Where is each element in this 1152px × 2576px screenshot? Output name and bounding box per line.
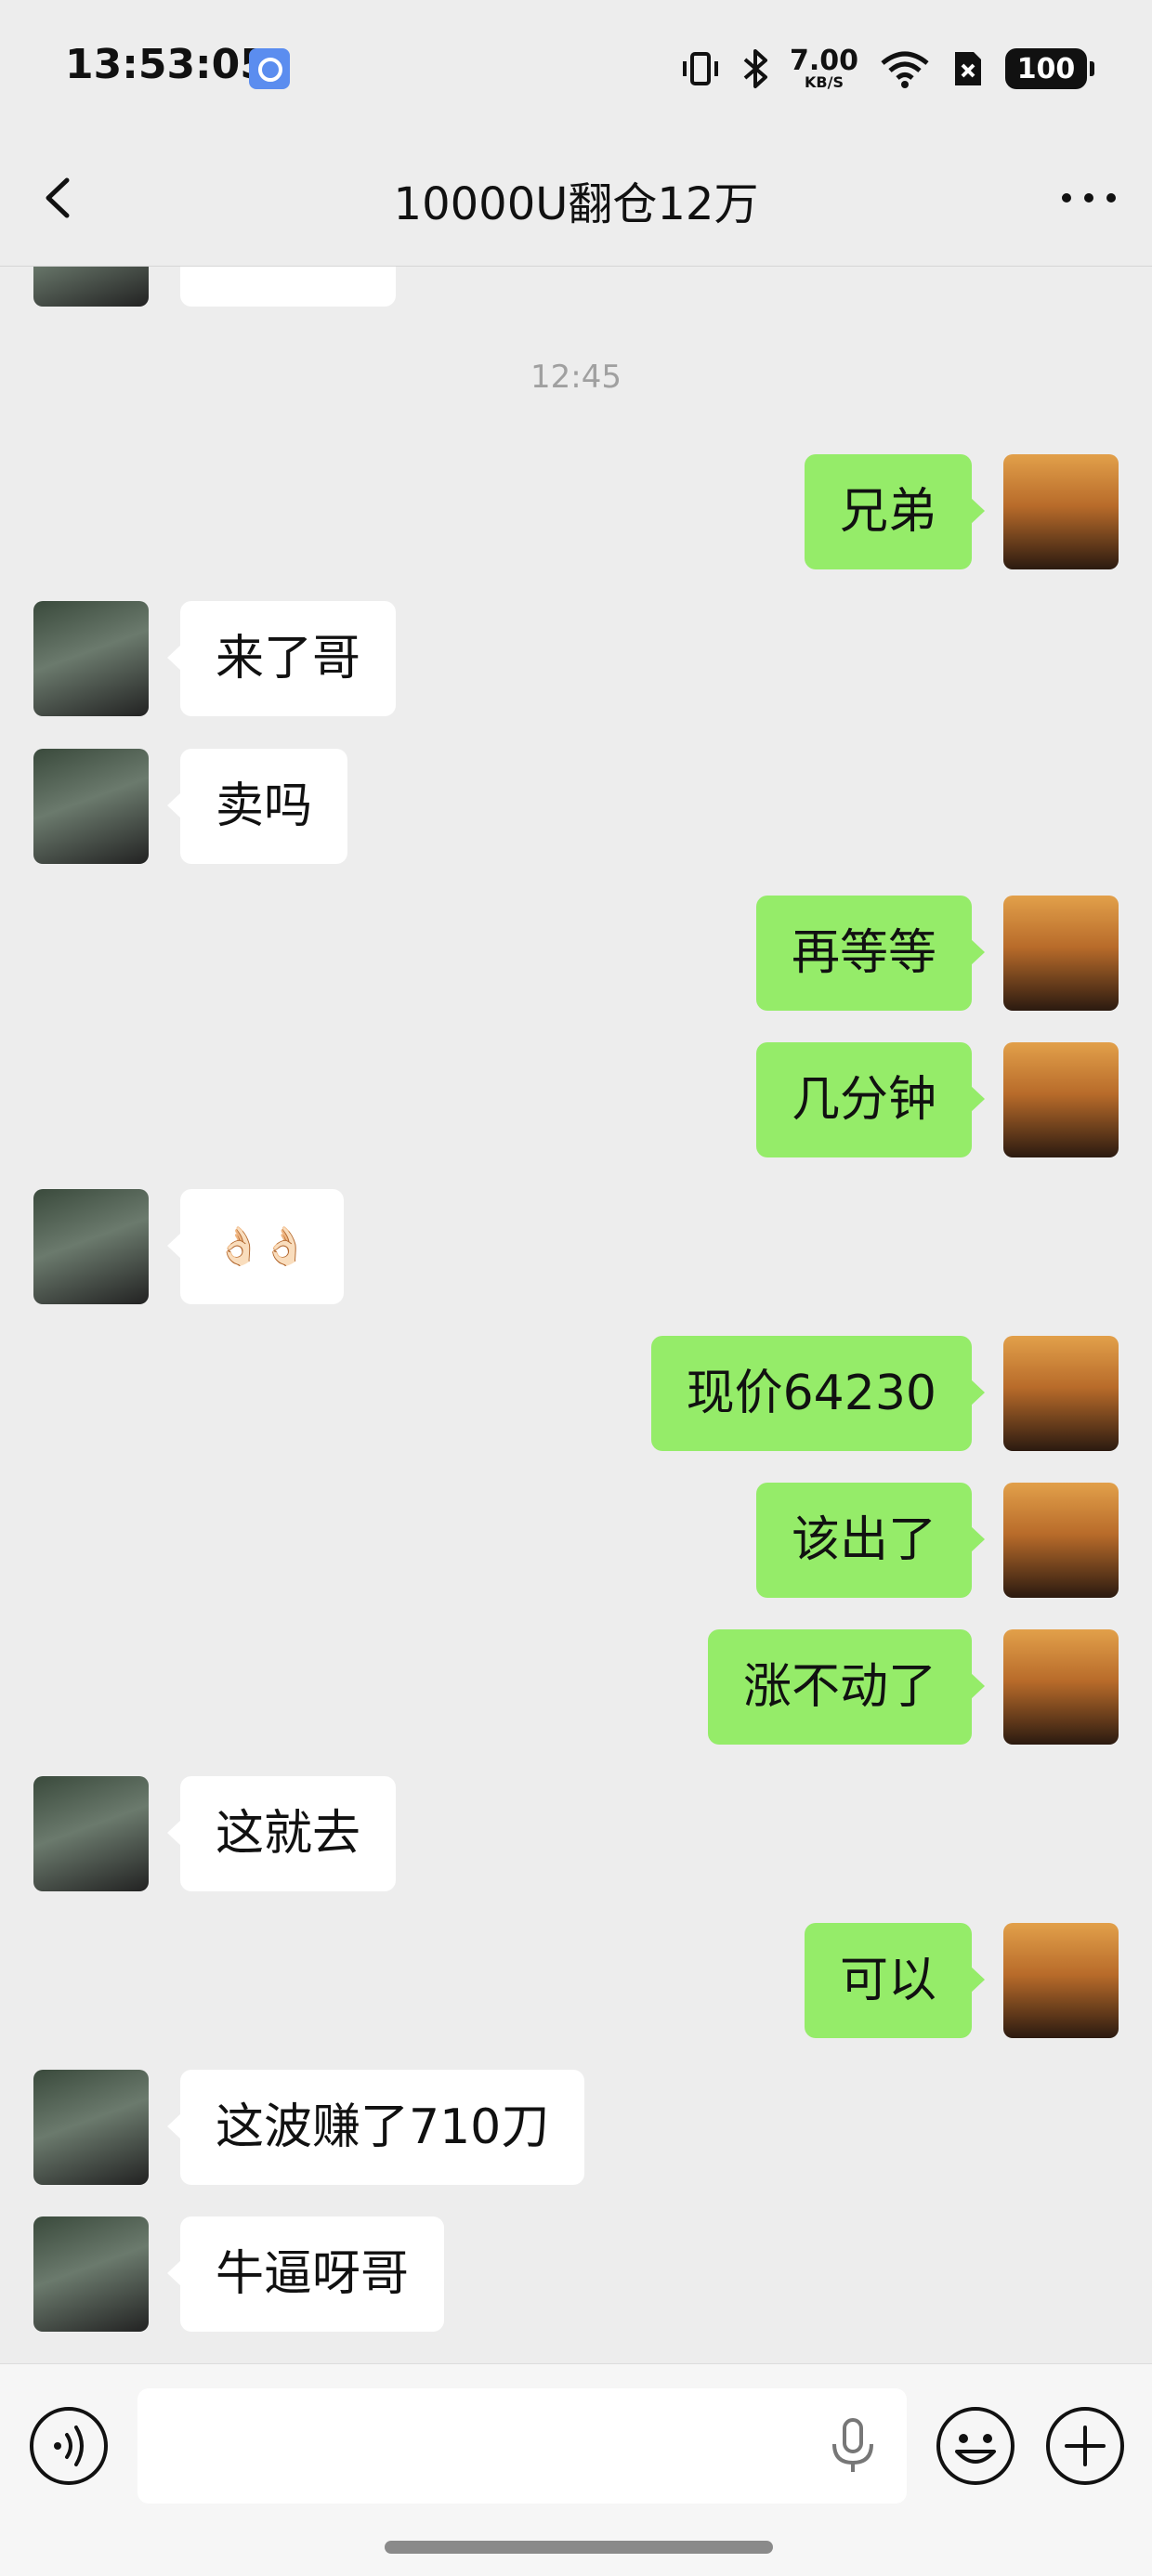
message-bubble[interactable]: 几分钟 [755,1042,986,1157]
contact-avatar[interactable] [33,2070,149,2185]
contact-avatar[interactable] [33,266,149,307]
message-row: 可以 [0,1923,1152,2038]
message-bubble[interactable]: 涨不动了 [707,1629,986,1745]
status-bar: 13:53:05 7.00 KB/S 100 [0,0,1152,130]
status-time: 13:53:05 [65,41,268,88]
input-bar [0,2363,1152,2576]
message-bubble[interactable]: 该出了 [755,1483,986,1598]
message-bubble[interactable] [180,266,396,307]
message-bubble[interactable]: 这波赚了710刀 [166,2070,585,2185]
chat-title: 10000U翻仓12万 [393,178,759,230]
own-avatar[interactable] [1003,896,1119,1011]
contact-avatar[interactable] [33,1776,149,1891]
own-avatar[interactable] [1003,454,1119,569]
network-speed: 7.00 KB/S [790,47,858,90]
app-notification-icon [249,48,290,89]
timestamp-divider: 12:45 [530,359,622,396]
ellipsis-icon [1062,193,1116,203]
contact-avatar[interactable] [33,1189,149,1304]
own-avatar[interactable] [1003,1629,1119,1745]
own-avatar[interactable] [1003,1042,1119,1157]
emoji-icon [936,2407,1015,2485]
message-row: 这就去 [0,1776,1152,1891]
message-bubble[interactable]: 来了哥 [166,601,397,716]
message-row: 卖吗 [0,749,1152,864]
own-avatar[interactable] [1003,1923,1119,2038]
message-row: 兄弟 [0,454,1152,569]
sim-off-icon [955,52,981,85]
message-row: 几分钟 [0,1042,1152,1157]
message-row: 现价64230 [0,1336,1152,1451]
chat-message-list[interactable]: 12:45 兄弟 来了哥 卖吗 再等等 几分钟 👌🏻👌🏻 现价64230 该出了… [0,266,1152,2363]
contact-avatar[interactable] [33,2216,149,2332]
microphone-icon[interactable] [825,2416,881,2476]
home-indicator[interactable] [385,2541,773,2554]
chat-header: 10000U翻仓12万 [0,130,1152,267]
wifi-icon [881,51,929,88]
message-row: 牛逼呀哥 [0,2216,1152,2332]
message-row: 👌🏻👌🏻 [0,1189,1152,1304]
message-row-partial [0,266,1152,307]
voice-icon [30,2407,108,2485]
message-row: 该出了 [0,1483,1152,1598]
plus-icon [1046,2407,1124,2485]
message-bubble[interactable]: 牛逼呀哥 [166,2216,445,2332]
network-speed-unit: KB/S [805,73,844,91]
status-icons: 7.00 KB/S 100 [680,43,1094,95]
message-row: 再等等 [0,896,1152,1011]
battery-indicator: 100 [1005,48,1094,89]
contact-avatar[interactable] [33,749,149,864]
bluetooth-icon [743,49,767,88]
message-bubble[interactable]: 再等等 [755,896,986,1011]
message-bubble[interactable]: 可以 [804,1923,986,2038]
more-options-button[interactable] [1052,165,1126,230]
vibrate-icon [682,52,718,85]
contact-avatar[interactable] [33,601,149,716]
message-row: 这波赚了710刀 [0,2070,1152,2185]
message-row: 涨不动了 [0,1629,1152,1745]
own-avatar[interactable] [1003,1336,1119,1451]
emoji-button[interactable] [935,2405,1016,2487]
network-speed-value: 7.00 [789,45,858,77]
message-bubble[interactable]: 卖吗 [166,749,348,864]
message-bubble[interactable]: 现价64230 [650,1336,986,1451]
message-row: 来了哥 [0,601,1152,716]
voice-mode-button[interactable] [28,2405,110,2487]
own-avatar[interactable] [1003,1483,1119,1598]
message-input[interactable] [137,2388,907,2504]
more-functions-button[interactable] [1044,2405,1126,2487]
message-bubble[interactable]: 👌🏻👌🏻 [167,1189,344,1304]
message-bubble[interactable]: 这就去 [166,1776,397,1891]
message-bubble[interactable]: 兄弟 [804,454,986,569]
